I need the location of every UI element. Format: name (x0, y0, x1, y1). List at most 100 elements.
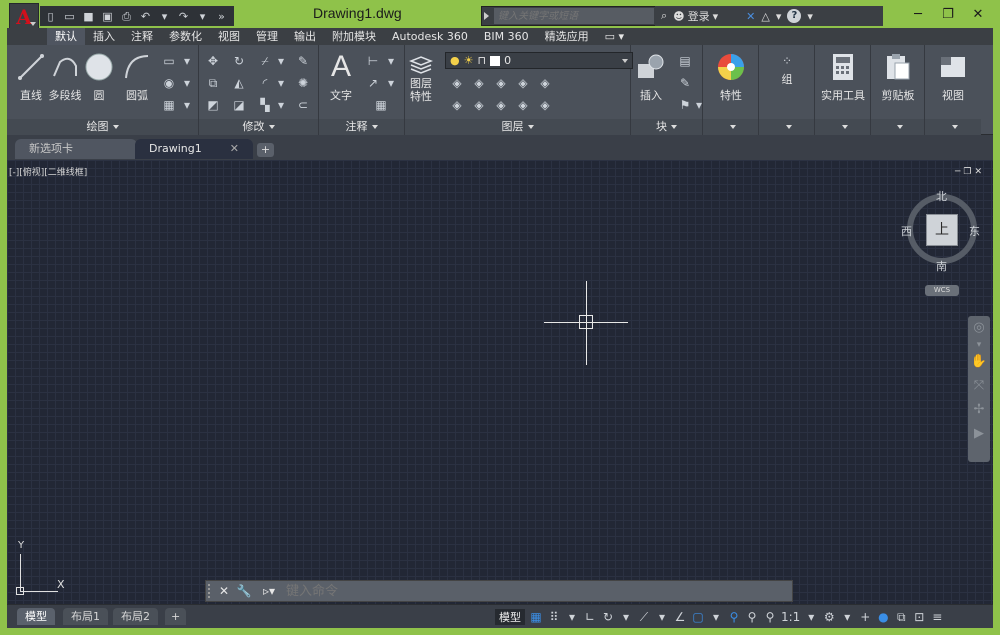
command-line-grip[interactable] (208, 584, 212, 598)
new-document-tab-button[interactable]: + (257, 143, 274, 157)
ribbon-options-icon[interactable]: ▭ ▾ (597, 28, 632, 45)
explode-icon[interactable]: ✺ (295, 75, 311, 91)
pan-hand-icon[interactable]: ✋ (968, 350, 990, 374)
offset-icon[interactable]: ⊂ (295, 97, 311, 113)
panel-title-groups[interactable] (759, 119, 814, 135)
tab-output[interactable]: 输出 (286, 28, 324, 45)
layer-isolate-icon[interactable]: ◈ (471, 75, 487, 91)
tab-insert[interactable]: 插入 (85, 28, 123, 45)
edit-block-icon[interactable]: ✎ (677, 75, 693, 91)
orbit-icon[interactable]: ✢ (968, 398, 990, 422)
clipboard-button[interactable]: 剪贴板 (876, 51, 920, 103)
layer-freeze-icon[interactable]: ◈ (493, 75, 509, 91)
tab-new-tab[interactable]: 新选项卡 (15, 139, 137, 159)
panel-groups[interactable]: ⁘ 组 (759, 45, 815, 135)
panel-title-clipboard[interactable] (871, 119, 924, 135)
tab-autodesk-360[interactable]: Autodesk 360 (384, 28, 476, 45)
trim-icon[interactable]: ⌿ (257, 53, 273, 69)
angle-icon[interactable]: ∠ (673, 610, 687, 624)
tab-bim-360[interactable]: BIM 360 (476, 28, 537, 45)
snap-icon[interactable]: ⠿ (547, 610, 561, 624)
ortho-icon[interactable]: ∟ (583, 610, 597, 624)
layer-current-icon[interactable]: ◈ (449, 97, 465, 113)
model-space-button[interactable]: 模型 (495, 609, 525, 625)
leader-icon[interactable]: ↗ (365, 75, 381, 91)
save-as-icon[interactable]: ▣ (101, 10, 114, 23)
compass-west[interactable]: 西 (901, 223, 912, 239)
close-tab-icon[interactable]: ✕ (230, 142, 239, 155)
tab-annotate[interactable]: 注释 (123, 28, 161, 45)
wcs-menu-button[interactable]: WCS (925, 285, 959, 296)
restore-button[interactable]: ❐ (933, 5, 963, 25)
chevron-down-icon[interactable]: ▾ (804, 610, 818, 624)
rectangle-icon[interactable]: ▭ (161, 53, 177, 69)
chevron-down-icon[interactable]: ▾ (273, 97, 289, 113)
panel-view[interactable]: 视图 (925, 45, 981, 135)
panel-utilities[interactable]: 实用工具 (815, 45, 871, 135)
osnap-tracking-icon[interactable]: ⟋ (637, 610, 651, 625)
chevron-down-icon[interactable]: ▾ (273, 75, 289, 91)
arc-tool-button[interactable]: 圆弧 (115, 51, 159, 103)
chevron-down-icon[interactable]: ▾ (383, 53, 399, 69)
insert-block-button[interactable]: 插入 (631, 51, 671, 103)
redo-icon[interactable]: ↷ (177, 10, 190, 23)
search-input[interactable] (494, 8, 654, 24)
more-tools-icon[interactable]: » (215, 10, 228, 23)
panel-title-utilities[interactable] (815, 119, 870, 135)
chevron-down-icon[interactable]: ▾ (565, 610, 579, 624)
chevron-down-icon[interactable]: ▾ (840, 610, 854, 624)
redo-dropdown-icon[interactable]: ▾ (196, 10, 209, 23)
drawing-canvas[interactable]: [-][俯视][二维线框] ─❐✕ 上 北 南 东 西 WCS ◎ ▾ ✋ ⤧ … (7, 160, 993, 604)
layer-dropdown[interactable]: ● ☀ ⊓ 0 (445, 52, 633, 69)
layer-match-icon[interactable]: ◈ (537, 75, 553, 91)
copy-icon[interactable]: ⧉ (205, 75, 221, 91)
erase-icon[interactable]: ✎ (295, 53, 311, 69)
stretch-icon[interactable]: ◩ (205, 97, 221, 113)
tab-manage[interactable]: 管理 (248, 28, 286, 45)
ellipse-icon[interactable]: ◉ (161, 75, 177, 91)
print-icon[interactable]: ⎙ (120, 10, 133, 23)
layout-tab-layout1[interactable]: 布局1 (63, 608, 108, 625)
layer-walk-icon[interactable]: ◈ (471, 97, 487, 113)
steering-wheel-icon[interactable]: ◎ (968, 316, 990, 340)
chevron-down-icon[interactable]: ▾ (776, 10, 782, 23)
chevron-down-icon[interactable]: ▾ (968, 340, 990, 350)
new-icon[interactable]: ▯ (44, 10, 57, 23)
chevron-down-icon[interactable]: ▾ (273, 53, 289, 69)
layer-properties-button[interactable]: 图层 特性 (405, 51, 437, 103)
viewport-controls-label[interactable]: [-][俯视][二维线框] (9, 165, 87, 178)
binoculars-icon[interactable]: ⌕ (661, 9, 667, 23)
undo-dropdown-icon[interactable]: ▾ (158, 10, 171, 23)
tab-featured-apps[interactable]: 精选应用 (537, 28, 597, 45)
help-icon[interactable]: ? (787, 9, 802, 23)
chevron-down-icon[interactable]: ▾ (807, 10, 813, 23)
zoom-extents-icon[interactable]: ⤧ (968, 374, 990, 398)
chevron-down-icon[interactable]: ▾ (709, 610, 723, 624)
compass-south[interactable]: 南 (936, 258, 947, 274)
panel-title-properties[interactable] (703, 119, 758, 135)
fillet-icon[interactable]: ◜ (257, 75, 273, 91)
tab-default[interactable]: 默认 (47, 28, 85, 45)
tab-drawing1[interactable]: Drawing1 ✕ (135, 139, 253, 159)
undo-icon[interactable]: ↶ (139, 10, 152, 23)
panel-title-layers[interactable]: 图层 (405, 119, 630, 135)
hardware-acceleration-icon[interactable]: ⧉ (894, 610, 908, 625)
layer-off-icon[interactable]: ◈ (449, 75, 465, 91)
array-icon[interactable]: ▚ (257, 97, 273, 113)
customize-wrench-icon[interactable]: 🔧 (236, 583, 252, 599)
scale-icon[interactable]: ◪ (231, 97, 247, 113)
utilities-button[interactable]: 实用工具 (821, 51, 865, 103)
annotation-scale-icon[interactable]: ⚲ (763, 610, 777, 624)
viewcube-top-face[interactable]: 上 (926, 214, 958, 246)
rotate-icon[interactable]: ↻ (231, 53, 247, 69)
workspace-gear-icon[interactable]: ⚙ (822, 610, 836, 624)
customization-menu-icon[interactable]: ≡ (930, 610, 944, 624)
layer-thaw-icon[interactable]: ◈ (493, 97, 509, 113)
view-button[interactable]: 视图 (931, 51, 975, 103)
open-icon[interactable]: ▭ (63, 10, 76, 23)
application-menu-button[interactable]: A (9, 3, 39, 31)
chevron-down-icon[interactable]: ▾ (619, 610, 633, 624)
create-block-icon[interactable]: ▤ (677, 53, 693, 69)
annotation-visibility-icon[interactable]: ⚲ (727, 610, 741, 624)
layer-unlock-icon[interactable]: ◈ (515, 97, 531, 113)
